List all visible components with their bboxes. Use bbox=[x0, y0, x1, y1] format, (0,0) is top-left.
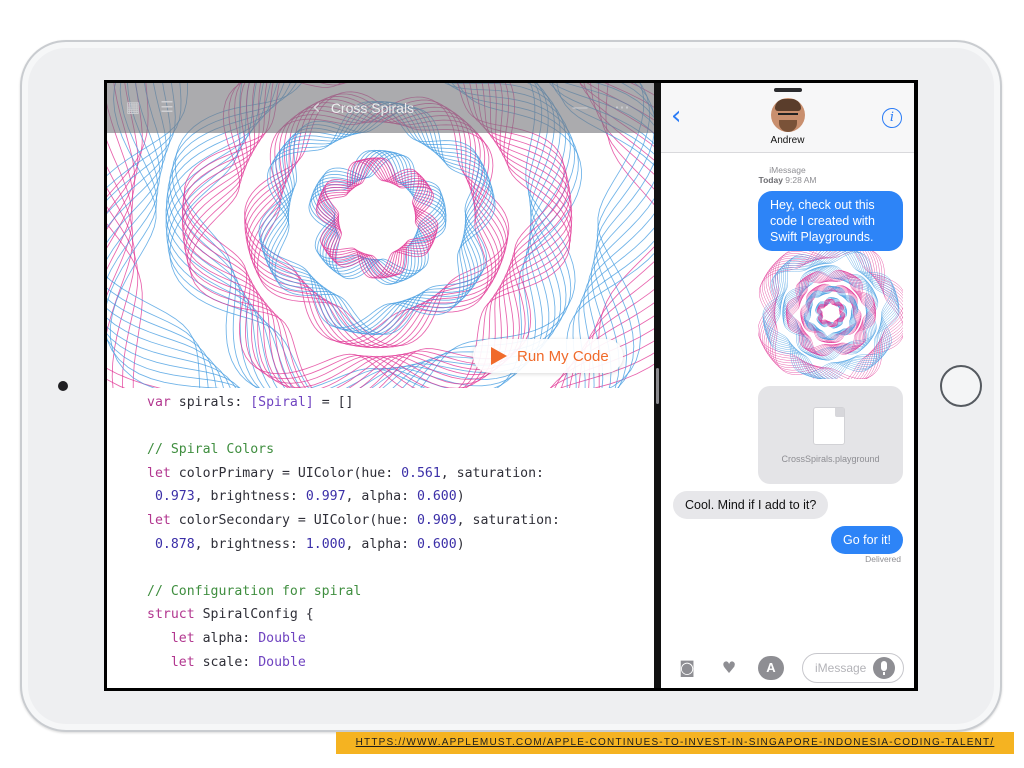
code-line[interactable]: // Spiral Colors bbox=[147, 439, 274, 461]
code-token: [Spiral] bbox=[250, 395, 314, 410]
avatar-hair bbox=[775, 99, 801, 111]
code-line[interactable]: let alpha: Double bbox=[147, 628, 306, 650]
code-line[interactable]: let colorPrimary = UIColor(hue: 0.561, s… bbox=[147, 463, 544, 485]
code-token: , alpha: bbox=[345, 536, 417, 552]
spiral-curve bbox=[264, 102, 490, 334]
code-token: , saturation: bbox=[440, 465, 544, 481]
source-url-banner[interactable]: HTTPS://WWW.APPLEMUST.COM/APPLE-CONTINUE… bbox=[336, 732, 1014, 754]
spiral-curve bbox=[245, 98, 500, 348]
live-view: ▦ ☰ ‹ Cross Spirals — ⋯ Run My Code bbox=[107, 83, 654, 388]
messages-pane: ‹ Andrew i iMessage Today 9:28 AM Hey, c… bbox=[661, 83, 914, 688]
code-line[interactable]: // Configuration for spiral bbox=[147, 581, 361, 603]
code-token: , alpha: bbox=[345, 489, 417, 505]
code-token: 0.600 bbox=[416, 536, 457, 552]
spiral-curve bbox=[262, 103, 492, 333]
code-token: ) bbox=[456, 489, 465, 505]
code-token: let bbox=[170, 631, 195, 646]
split-view-handle[interactable] bbox=[656, 368, 659, 404]
code-token: 0.909 bbox=[416, 513, 457, 528]
playgrounds-pane: ▦ ☰ ‹ Cross Spirals — ⋯ Run My Code var … bbox=[107, 83, 654, 688]
list-icon[interactable]: ☰ bbox=[157, 98, 177, 118]
code-token: , brightness: bbox=[194, 536, 306, 552]
code-token: Double bbox=[258, 654, 306, 670]
code-token: = [] bbox=[313, 395, 354, 410]
code-line[interactable]: let scale: Double bbox=[147, 652, 306, 674]
code-token: spirals: bbox=[170, 395, 251, 410]
code-token: colorSecondary = UIColor(hue: bbox=[170, 513, 417, 528]
image-attachment[interactable] bbox=[758, 251, 903, 379]
code-token: let bbox=[147, 465, 171, 481]
more-icon[interactable]: ⋯ bbox=[612, 98, 632, 118]
code-token: , brightness: bbox=[194, 489, 306, 505]
play-icon bbox=[491, 347, 507, 365]
code-token: 0.997 bbox=[305, 489, 346, 505]
back-chevron-icon[interactable]: ‹ bbox=[312, 97, 321, 119]
conversation-header: ‹ Andrew i bbox=[661, 83, 914, 153]
add-icon[interactable]: — bbox=[570, 98, 590, 118]
code-token: // Configuration for spiral bbox=[147, 583, 362, 599]
code-token: 0.561 bbox=[401, 465, 441, 481]
front-camera bbox=[58, 381, 68, 391]
timestamp-day: Today bbox=[758, 175, 783, 185]
code-editor[interactable]: var spirals: [Spiral] = [] // Spiral Colo… bbox=[107, 388, 654, 688]
avatar[interactable] bbox=[771, 98, 805, 132]
timestamp-time: 9:28 AM bbox=[785, 175, 817, 185]
home-button[interactable] bbox=[940, 365, 982, 407]
title-group: ‹ Cross Spirals bbox=[312, 97, 414, 119]
code-token: let bbox=[170, 654, 195, 670]
code-token: alpha: bbox=[194, 631, 259, 646]
code-token: let bbox=[147, 513, 171, 528]
outgoing-message[interactable]: Hey, check out this code I created with … bbox=[758, 191, 903, 251]
info-icon[interactable]: i bbox=[882, 108, 902, 128]
code-token: 0.600 bbox=[416, 489, 457, 505]
incoming-message[interactable]: Cool. Mind if I add to it? bbox=[673, 491, 829, 519]
code-token: var bbox=[147, 395, 171, 410]
digital-touch-icon[interactable]: ♥ bbox=[717, 658, 741, 678]
playground-title: Cross Spirals bbox=[330, 100, 415, 116]
code-token: // Spiral Colors bbox=[147, 442, 275, 458]
slide-over-grabber[interactable] bbox=[774, 88, 802, 92]
avatar-beard bbox=[779, 120, 797, 132]
code-line[interactable]: var spirals: [Spiral] = [] bbox=[147, 392, 353, 414]
code-token: struct bbox=[147, 607, 195, 623]
code-token: SpiralConfig { bbox=[194, 607, 314, 623]
spiral-thumbnail bbox=[758, 251, 903, 379]
message-composer: ◙ ♥ A iMessage bbox=[661, 648, 914, 688]
timestamp: Today 9:28 AM bbox=[661, 175, 914, 185]
code-line[interactable]: struct SpiralConfig { bbox=[147, 604, 314, 626]
file-attachment[interactable]: CrossSpirals.playground bbox=[758, 386, 903, 484]
code-line[interactable]: 0.878, brightness: 1.000, alpha: 0.600) bbox=[147, 534, 465, 556]
ipad-screen: ▦ ☰ ‹ Cross Spirals — ⋯ Run My Code var … bbox=[104, 80, 918, 691]
code-token: 0.878 bbox=[154, 536, 195, 552]
back-chevron-icon[interactable]: ‹ bbox=[671, 103, 681, 129]
playgrounds-toolbar: ▦ ☰ ‹ Cross Spirals — ⋯ bbox=[107, 83, 654, 133]
code-line[interactable]: let colorSecondary = UIColor(hue: 0.909,… bbox=[147, 510, 560, 532]
spiral-curve bbox=[244, 95, 497, 346]
outgoing-message[interactable]: Go for it! bbox=[831, 526, 903, 554]
camera-icon[interactable]: ◙ bbox=[675, 658, 699, 678]
service-label: iMessage bbox=[769, 165, 806, 175]
document-icon bbox=[814, 408, 844, 444]
attachment-filename: CrossSpirals.playground bbox=[781, 454, 880, 464]
grid-icon[interactable]: ▦ bbox=[123, 98, 143, 118]
delivery-status: Delivered bbox=[865, 554, 901, 564]
app-store-icon[interactable]: A bbox=[758, 656, 784, 680]
code-token: , saturation: bbox=[456, 513, 560, 528]
contact-name[interactable]: Andrew bbox=[661, 135, 914, 146]
code-token: 0.973 bbox=[154, 489, 195, 505]
microphone-icon[interactable] bbox=[873, 657, 895, 679]
run-button-label: Run My Code bbox=[517, 347, 609, 365]
code-line[interactable]: 0.973, brightness: 0.997, alpha: 0.600) bbox=[147, 486, 465, 508]
code-token: Double bbox=[258, 631, 306, 646]
code-token: colorPrimary = UIColor(hue: bbox=[170, 465, 402, 481]
code-token: 1.000 bbox=[305, 536, 346, 552]
code-token: scale: bbox=[194, 654, 259, 670]
code-token: ) bbox=[456, 536, 465, 552]
run-my-code-button[interactable]: Run My Code bbox=[473, 339, 623, 373]
avatar-glasses bbox=[778, 113, 798, 118]
